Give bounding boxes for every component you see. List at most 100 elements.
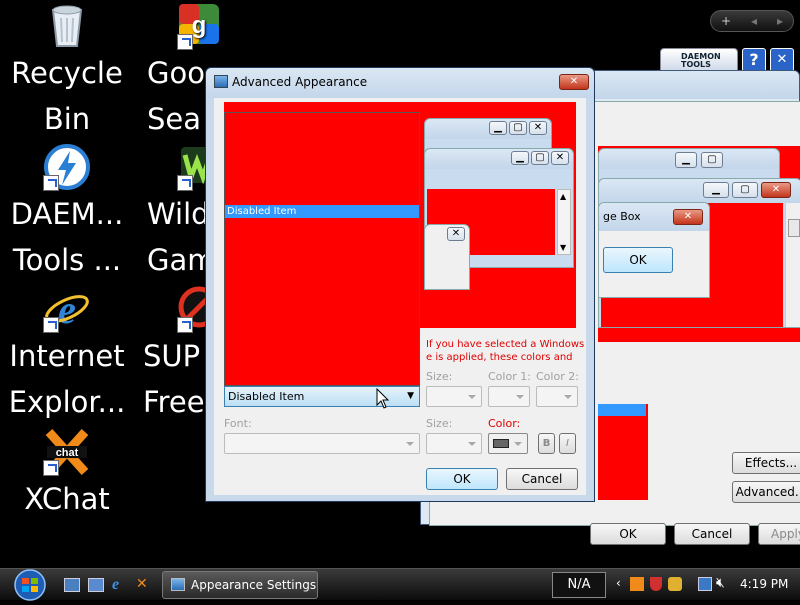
previous-page-button[interactable]: ◂ xyxy=(751,14,757,28)
advanced-button[interactable]: Advanced... xyxy=(732,481,800,503)
close-icon[interactable]: ✕ xyxy=(770,48,794,72)
font-label: Font: xyxy=(224,417,252,430)
desktop-icon-google-search[interactable]: g Goo Sea xyxy=(135,2,219,142)
mouse-cursor-icon xyxy=(376,388,390,409)
taskbar-item-label: Appearance Settings xyxy=(191,578,317,592)
ok-button[interactable]: OK xyxy=(426,468,498,490)
font-color-label: Color: xyxy=(488,417,521,430)
security-shield-icon[interactable] xyxy=(650,577,662,591)
apply-button[interactable]: Apply xyxy=(758,523,800,545)
show-desktop-icon[interactable] xyxy=(64,578,80,592)
color1-picker[interactable] xyxy=(488,386,530,407)
font-select[interactable] xyxy=(224,433,420,454)
icon-label: Wild xyxy=(147,197,210,231)
maximize-icon: ▢ xyxy=(701,152,723,168)
recycle-bin-icon xyxy=(43,2,91,50)
color2-label: Color 2: xyxy=(536,370,579,383)
dialog-body: ▁ ▢ ✕ ▁ ▢ ✕ ▲ ▼ ✕ Disabled Item If you h… xyxy=(214,98,586,495)
size-spinner[interactable] xyxy=(426,386,482,407)
add-gadget-button[interactable]: + xyxy=(721,14,731,28)
sidebar-controls: + ◂ ▸ xyxy=(710,10,794,32)
preview-scrollbar: ▲ ▼ xyxy=(557,189,571,255)
daemon-tools-gadget: DAEMON TOOLS ? ✕ xyxy=(660,48,800,72)
ok-button[interactable]: OK xyxy=(590,523,666,545)
maximize-icon: ▢ xyxy=(732,182,758,198)
close-button[interactable]: ✕ xyxy=(559,74,589,90)
xchat-quicklaunch-icon[interactable]: ✕ xyxy=(136,576,148,592)
start-button[interactable] xyxy=(10,569,50,601)
next-page-button[interactable]: ▸ xyxy=(777,14,783,28)
message-box-title: ge Box xyxy=(603,210,641,223)
desktop-icon-super-free[interactable]: SUP Free xyxy=(135,285,220,425)
help-icon[interactable]: ? xyxy=(742,48,766,72)
color1-label: Color 1: xyxy=(488,370,531,383)
chevron-down-icon: ▼ xyxy=(407,391,414,401)
bold-button[interactable]: B xyxy=(538,433,555,454)
desktop-icon-wild-games[interactable]: Wild Gam xyxy=(135,143,217,283)
italic-button[interactable]: I xyxy=(559,433,576,454)
advanced-appearance-dialog: Advanced Appearance ✕ ▁ ▢ ✕ ▁ ▢ ✕ ▲ ▼ ✕ … xyxy=(205,67,595,502)
item-select[interactable]: Disabled Item ▼ xyxy=(224,386,420,407)
icon-label: Tools ... xyxy=(12,243,122,277)
color2-picker[interactable] xyxy=(536,386,578,407)
list-item-selected[interactable]: Disabled Item xyxy=(225,205,419,218)
dialog-title: Advanced Appearance xyxy=(232,75,368,89)
shortcut-arrow-icon xyxy=(43,460,59,476)
close-icon: ✕ xyxy=(551,151,569,165)
cancel-button[interactable]: Cancel xyxy=(506,468,578,490)
desktop-icon-recycle-bin[interactable]: Recycle Bin xyxy=(2,2,132,142)
network-icon[interactable] xyxy=(698,577,712,591)
close-icon: ✕ xyxy=(673,209,703,225)
preview-message-box: ge Box ✕ OK xyxy=(598,202,710,298)
svg-text:g: g xyxy=(192,12,207,39)
daemon-tray-icon[interactable] xyxy=(668,577,682,591)
desktop-icon-daemon-tools[interactable]: DAEM... Tools ... xyxy=(2,143,132,283)
switch-windows-icon[interactable] xyxy=(88,578,104,592)
icon-label: SUP xyxy=(143,339,201,373)
minimize-icon: ▁ xyxy=(511,151,529,165)
taskbar-item-appearance-settings[interactable]: Appearance Settings xyxy=(162,571,318,599)
icon-label: DAEM... xyxy=(10,197,124,231)
xchat-icon: chat xyxy=(43,428,91,476)
icon-label: Goo xyxy=(147,56,205,90)
close-icon: ✕ xyxy=(529,121,547,135)
desktop-icon-xchat[interactable]: chat XChat xyxy=(2,428,132,522)
shortcut-arrow-icon xyxy=(43,317,59,333)
language-bar[interactable]: N/A xyxy=(552,572,606,598)
internet-explorer-quicklaunch-icon[interactable]: e xyxy=(112,576,119,594)
daemon-tools-icon xyxy=(43,143,91,191)
icon-label: Sea xyxy=(147,102,202,136)
item-select-value: Disabled Item xyxy=(228,390,305,403)
icon-label: Gam xyxy=(147,243,216,277)
desktop-icon-internet-explorer[interactable]: e Internet Explor... xyxy=(2,285,132,425)
xchat-tray-icon[interactable] xyxy=(630,577,644,591)
icon-label: Explor... xyxy=(8,385,126,419)
effects-button[interactable]: Effects... xyxy=(732,452,800,474)
item-dropdown-list[interactable]: Disabled Item xyxy=(224,112,420,386)
display-settings-icon xyxy=(171,578,185,591)
desktop: Recycle Bin g Goo Sea DAEM... Tools ... … xyxy=(0,0,800,568)
google-icon: g xyxy=(177,2,225,50)
warning-text: If you have selected a Windows e is appl… xyxy=(426,339,585,363)
preview-scrollbar xyxy=(785,203,800,327)
display-settings-icon xyxy=(214,75,228,88)
show-hidden-icons-chevron[interactable]: ‹ xyxy=(616,576,621,590)
minimize-icon: ▁ xyxy=(703,182,729,198)
preview-message-box: ✕ xyxy=(424,224,470,290)
clock[interactable]: 4:19 PM xyxy=(740,577,788,591)
close-icon: ✕ xyxy=(447,227,465,241)
icon-label: Bin xyxy=(43,102,91,136)
preview-ok-button: OK xyxy=(603,247,673,273)
icon-label: Internet xyxy=(9,339,125,373)
shortcut-arrow-icon xyxy=(177,317,193,333)
color-swatch xyxy=(493,439,509,448)
svg-text:chat: chat xyxy=(56,447,79,459)
volume-muted-icon[interactable]: 🔇︎ xyxy=(716,575,725,591)
font-size-select[interactable] xyxy=(426,433,482,454)
minimize-icon: ▁ xyxy=(489,121,507,135)
daemon-tools-tab[interactable]: DAEMON TOOLS xyxy=(660,48,738,72)
shortcut-arrow-icon xyxy=(177,175,193,191)
font-color-picker[interactable] xyxy=(488,433,528,454)
icon-label: XChat xyxy=(24,482,110,516)
cancel-button[interactable]: Cancel xyxy=(674,523,750,545)
